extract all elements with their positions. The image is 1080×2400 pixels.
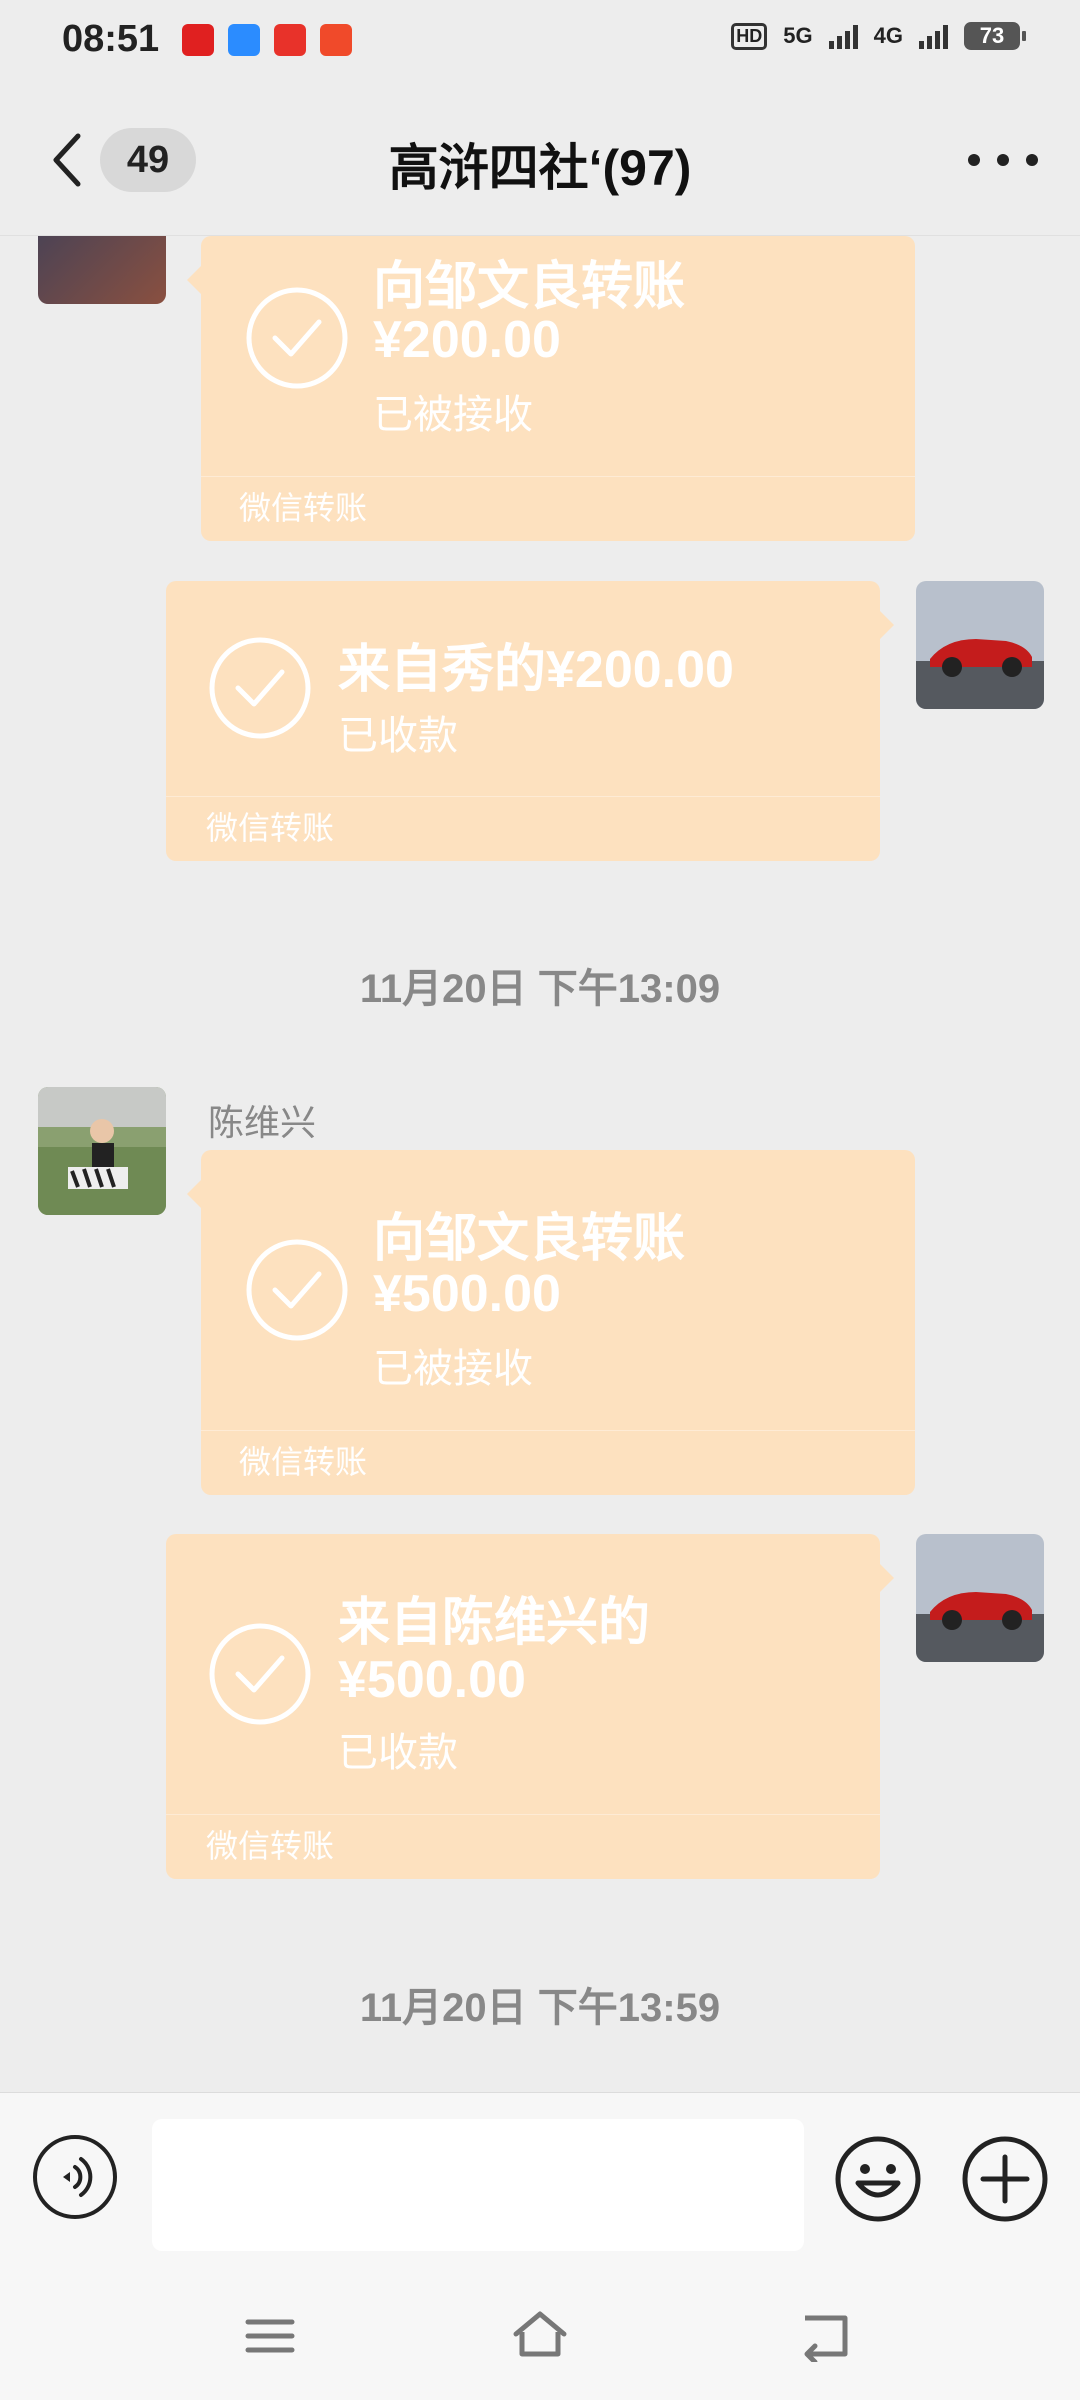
hd-label: HD [731, 22, 768, 50]
transfer-title: 向邹文良转账 [373, 1210, 686, 1268]
transfer-title: 来自陈维兴的 [338, 1594, 651, 1652]
notification-icons [182, 24, 352, 56]
check-icon [246, 1239, 348, 1341]
app-notification-icon [228, 24, 260, 56]
chat-messages[interactable]: 向邹文良转账 ¥200.00 已被接收 微信转账 来自秀的¥200.00 已收款… [0, 236, 1080, 2091]
avatar[interactable] [916, 1534, 1044, 1662]
car-avatar-image [916, 581, 1044, 709]
bubble-divider [201, 1430, 915, 1431]
check-icon [246, 287, 348, 389]
app-notification-icon [320, 24, 352, 56]
plus-icon[interactable] [961, 2135, 1049, 2223]
transfer-bubble[interactable]: 来自秀的¥200.00 已收款 微信转账 [166, 581, 894, 861]
timestamp: 11月20日 下午13:09 [359, 967, 721, 1011]
car-avatar-image [916, 1534, 1044, 1662]
person-avatar-image [38, 1087, 166, 1215]
timestamp: 11月20日 下午13:59 [359, 1986, 721, 2030]
more-icon[interactable] [968, 146, 1038, 174]
system-navigation-bar [0, 2278, 1080, 2400]
transfer-title: 来自秀的¥200.00 [338, 641, 734, 699]
transfer-footer: 微信转账 [206, 810, 335, 846]
signal-icon [919, 23, 948, 49]
check-icon [209, 637, 311, 739]
chat-header: 49 高浒四社‘(97) [0, 90, 1080, 236]
chat-title: 高浒四社‘(97) [388, 140, 692, 196]
bubble-divider [166, 1814, 880, 1815]
check-icon [209, 1623, 311, 1725]
app-notification-icon [182, 24, 214, 56]
voice-icon [63, 2157, 93, 2197]
network-4g-label: 4G [873, 23, 903, 48]
transfer-title: 向邹文良转账 [373, 258, 686, 316]
transfer-amount: ¥500.00 [373, 1265, 561, 1323]
avatar[interactable] [38, 236, 166, 304]
transfer-status: 已收款 [338, 714, 458, 758]
transfer-status: 已收款 [338, 1731, 458, 1775]
transfer-footer: 微信转账 [239, 1444, 368, 1480]
menu-icon[interactable] [242, 2310, 298, 2362]
signal-icon [828, 23, 858, 49]
voice-button[interactable] [33, 2135, 117, 2219]
transfer-bubble[interactable]: 向邹文良转账 ¥500.00 已被接收 微信转账 [187, 1150, 915, 1495]
home-icon[interactable] [512, 2310, 568, 2362]
bubble-divider [166, 796, 880, 797]
transfer-amount: ¥200.00 [373, 311, 561, 369]
transfer-bubble[interactable]: 来自陈维兴的 ¥500.00 已收款 微信转账 [166, 1534, 894, 1879]
network-5g-label: 5G [783, 23, 813, 48]
transfer-footer: 微信转账 [206, 1828, 335, 1864]
status-time: 08:51 [62, 18, 160, 60]
app-notification-icon [274, 24, 306, 56]
avatar[interactable] [38, 1087, 166, 1215]
emoji-icon[interactable] [834, 2135, 922, 2223]
transfer-status: 已被接收 [373, 1347, 533, 1391]
transfer-amount: ¥500.00 [338, 1651, 526, 1709]
avatar[interactable] [916, 581, 1044, 709]
sender-name: 陈维兴 [208, 1102, 317, 1143]
transfer-bubble[interactable]: 向邹文良转账 ¥200.00 已被接收 微信转账 [187, 236, 915, 541]
back-nav-icon[interactable] [797, 2310, 853, 2362]
transfer-status: 已被接收 [373, 393, 533, 437]
transfer-footer: 微信转账 [239, 490, 368, 526]
input-bar [0, 2092, 1080, 2279]
status-indicators: HD 5G 4G 73 [731, 22, 1026, 50]
battery-icon: 73 [964, 22, 1026, 50]
bubble-divider [201, 476, 915, 477]
message-input[interactable] [152, 2119, 804, 2251]
status-bar: 08:51 HD 5G 4G 73 [0, 0, 1080, 90]
